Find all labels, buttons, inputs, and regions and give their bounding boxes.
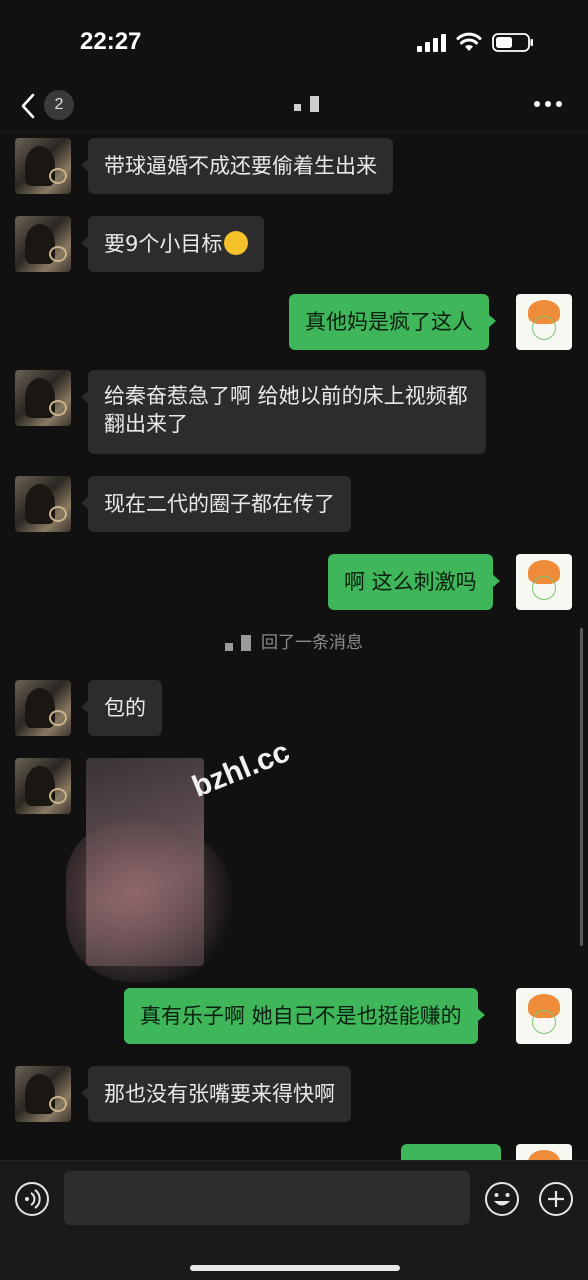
contact-avatar[interactable]: [15, 1066, 71, 1122]
chat-title-masked: [294, 96, 322, 116]
unread-count-badge[interactable]: 2: [44, 90, 74, 120]
system-recall-note: 回了一条消息: [0, 628, 588, 653]
contact-avatar[interactable]: [15, 216, 71, 272]
message-bubble-left[interactable]: 要9个小目标: [80, 216, 265, 272]
status-bar: 22:27: [0, 0, 588, 80]
message-input[interactable]: [64, 1171, 470, 1225]
input-bar: [0, 1160, 588, 1280]
message-bubble-left[interactable]: 包的: [81, 680, 162, 736]
my-avatar[interactable]: [516, 554, 572, 610]
status-time: 22:27: [80, 28, 142, 55]
contact-avatar[interactable]: [15, 370, 71, 426]
system-note-text: 回了一条消息: [261, 633, 363, 653]
image-blur-overlay: [66, 822, 236, 982]
scrollbar[interactable]: [580, 628, 583, 946]
masked-name: [225, 635, 259, 651]
message-bubble-right[interactable]: 啊 这么刺激吗: [328, 554, 500, 610]
my-avatar[interactable]: [516, 294, 572, 350]
message-bubble-right-partial[interactable]: [401, 1144, 501, 1160]
smiley-icon[interactable]: [484, 1181, 520, 1217]
message-text: 要9个小目标: [104, 232, 223, 256]
message-bubble-left[interactable]: 带球逼婚不成还要偷着生出来: [81, 138, 393, 194]
laughing-tears-emoji-icon: [224, 231, 249, 255]
message-bubble-left[interactable]: 给秦奋惹急了啊 给她以前的床上视频都翻出来了: [81, 370, 486, 454]
contact-avatar[interactable]: [15, 138, 71, 194]
contact-avatar[interactable]: [15, 680, 71, 736]
chevron-left-icon[interactable]: [18, 92, 38, 120]
message-bubble-right[interactable]: 真有乐子啊 她自己不是也挺能赚的: [124, 988, 485, 1044]
more-dots-icon[interactable]: [532, 98, 564, 110]
battery-icon: [492, 33, 533, 52]
chat-header: 2: [0, 80, 588, 132]
cellular-signal-icon: [417, 34, 446, 52]
message-bubble-left[interactable]: 现在二代的圈子都在传了: [81, 476, 351, 532]
wifi-icon: [456, 32, 482, 51]
voice-icon[interactable]: [14, 1181, 50, 1217]
my-avatar[interactable]: [516, 988, 572, 1044]
message-bubble-left[interactable]: 那也没有张嘴要来得快啊: [81, 1066, 351, 1122]
plus-circle-icon[interactable]: [538, 1181, 574, 1217]
message-bubble-right[interactable]: 真他妈是疯了这人: [289, 294, 496, 350]
my-avatar[interactable]: [516, 1144, 572, 1160]
watermark-text: bzhl.cc: [187, 735, 295, 804]
contact-avatar[interactable]: [15, 758, 71, 814]
message-list[interactable]: 带球逼婚不成还要偷着生出来 要9个小目标 真他妈是疯了这人 给秦奋惹急了啊 给她…: [0, 132, 588, 1160]
home-indicator: [190, 1265, 400, 1271]
contact-avatar[interactable]: [15, 476, 71, 532]
